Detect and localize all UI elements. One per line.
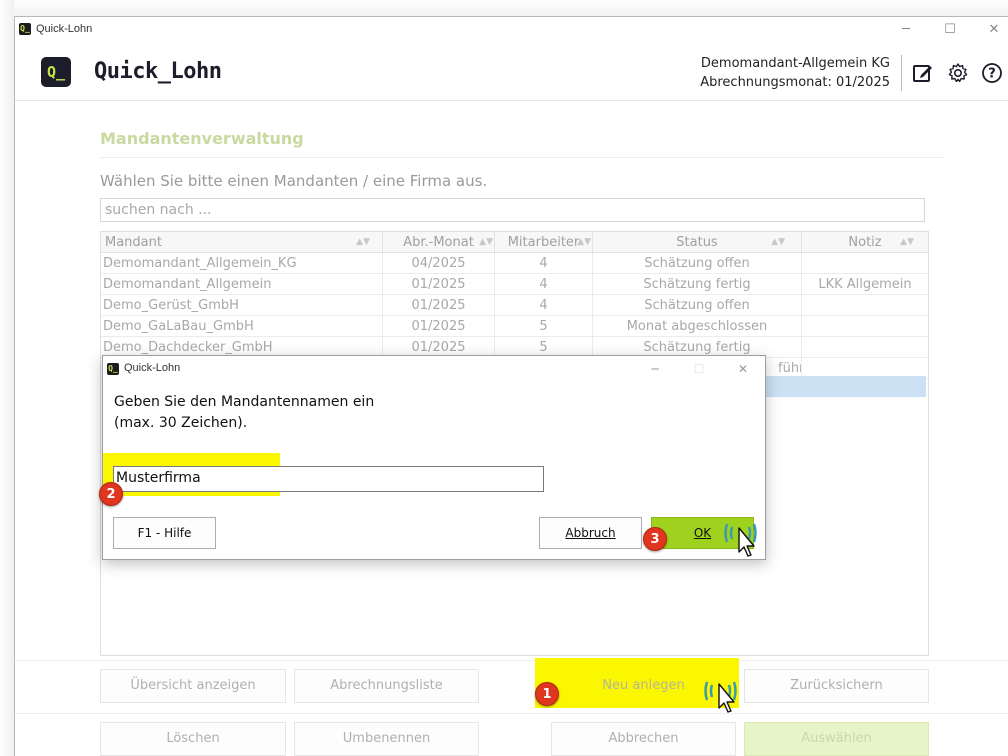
restore-button[interactable]: Zurücksichern [744, 669, 929, 703]
cell-status: Monat abgeschlossen [593, 316, 802, 337]
cell-note: LKK Allgemein [818, 277, 912, 292]
client-name-input[interactable]: Musterfirma [113, 466, 544, 492]
cell-month: 01/2025 [383, 316, 495, 337]
cell-mandant: Demo_GaLaBau_GmbH [101, 316, 383, 337]
instruction-text: Wählen Sie bitte einen Mandanten / eine … [100, 172, 488, 190]
cell-month: 01/2025 [383, 295, 495, 316]
cell-note [802, 253, 928, 274]
dialog-maximize-button: ☐ [693, 362, 705, 376]
prompt-line-2: (max. 30 Zeichen). [114, 415, 248, 431]
select-button[interactable]: Auswählen [744, 722, 929, 756]
column-header-note[interactable]: Notiz ▲▼ [802, 232, 928, 253]
cell-month: 01/2025 [383, 274, 495, 295]
ok-button-label: OK [693, 526, 712, 540]
cell-employees: 4 [495, 295, 593, 316]
cell-month: 04/2025 [383, 253, 495, 274]
client-name-value: Musterfirma [116, 470, 201, 486]
step-badge-3: 3 [643, 527, 667, 551]
prompt-line-1: Geben Sie den Mandantennamen ein [114, 394, 375, 410]
app-name: Quick_Lohn [94, 59, 222, 84]
dialog-close-button[interactable]: ✕ [732, 359, 754, 379]
step-badge-2: 2 [99, 482, 123, 506]
cell-mandant: Demomandant_Allgemein_KG [101, 253, 383, 274]
delete-button[interactable]: Löschen [100, 722, 286, 756]
close-button[interactable]: ✕ [983, 20, 1005, 40]
maximize-button[interactable]: ☐ [939, 20, 961, 40]
section-title: Mandantenverwaltung [100, 129, 304, 148]
header-divider [901, 55, 902, 91]
overview-button[interactable]: Übersicht anzeigen [100, 669, 286, 703]
step-badge-1: 1 [535, 682, 559, 706]
column-header-status[interactable]: Status ▲▼ [593, 232, 802, 253]
title-bar: Q_ Quick-Lohn ─ ☐ ✕ [15, 17, 1008, 43]
app-icon: Q_ [19, 23, 31, 35]
column-header-month[interactable]: Abr.-Monat ▲▼ [383, 232, 495, 253]
table-row[interactable]: Demo_Gerüst_GmbH 01/2025 4 Schätzung off… [101, 295, 928, 316]
abort-button[interactable]: Abbruch [539, 517, 642, 549]
logo-icon: Q_ [41, 57, 71, 87]
window-title: Quick-Lohn [36, 23, 93, 35]
section-divider [100, 157, 943, 158]
column-header-mandant[interactable]: Mandant ▲▼ [101, 232, 383, 253]
cell-employees: 4 [495, 274, 593, 295]
billing-month: Abrechnungsmonat: 01/2025 [700, 75, 890, 90]
cell-note [802, 316, 928, 337]
client-name: Demomandant-Allgemein KG [700, 56, 890, 71]
footer-divider [15, 713, 1008, 714]
click-cursor-icon [704, 674, 744, 720]
new-client-dialog: Q_ Quick-Lohn ─ ☐ ✕ Geben Sie den Mandan… [102, 355, 766, 560]
help-button[interactable]: F1 - Hilfe [113, 517, 216, 549]
table-row[interactable]: Demomandant_Allgemein 01/2025 4 Schätzun… [101, 274, 928, 295]
cell-mandant: Demo_Gerüst_GmbH [101, 295, 383, 316]
column-header-employees[interactable]: Mitarbeiter ▲▼ [495, 232, 593, 253]
table-row[interactable]: Demo_GaLaBau_GmbH 01/2025 5 Monat abgesc… [101, 316, 928, 337]
footer-divider [15, 660, 1008, 661]
cell-note [802, 337, 928, 358]
table-row[interactable]: Demomandant_Allgemein_KG 04/2025 4 Schät… [101, 253, 928, 274]
billing-list-button[interactable]: Abrechnungsliste [294, 669, 479, 703]
abort-button-label: Abbruch [565, 526, 616, 540]
cell-status: Schätzung fertig [593, 274, 802, 295]
cell-note [802, 295, 928, 316]
dialog-title: Quick-Lohn [124, 362, 181, 374]
desktop-backdrop-left [0, 0, 14, 756]
svg-text:?: ? [988, 67, 996, 82]
cell-employees: 4 [495, 253, 593, 274]
help-icon[interactable]: ? [981, 62, 1003, 84]
cell-status: Schätzung offen [593, 253, 802, 274]
minimize-button[interactable]: ─ [895, 20, 917, 40]
gear-icon[interactable] [947, 62, 969, 84]
dialog-minimize-button[interactable]: ─ [644, 359, 666, 379]
desktop-backdrop [0, 0, 1008, 16]
dialog-prompt: Geben Sie den Mandantennamen ein (max. 3… [114, 392, 374, 434]
cell-status: Schätzung offen [593, 295, 802, 316]
search-input[interactable]: suchen nach ... [100, 198, 925, 222]
rename-button[interactable]: Umbenennen [294, 722, 479, 756]
app-header: Q_ Quick_Lohn Demomandant-Allgemein KG A… [15, 43, 1008, 101]
cell-mandant: Demomandant_Allgemein [101, 274, 383, 295]
cell-employees: 5 [495, 316, 593, 337]
cancel-button[interactable]: Abbrechen [551, 722, 736, 756]
dialog-app-icon: Q_ [107, 363, 119, 375]
edit-icon[interactable] [912, 62, 934, 84]
click-cursor-icon [724, 516, 764, 566]
table-header: Mandant ▲▼ Abr.-Monat ▲▼ Mitarbeiter ▲▼ Sta… [101, 232, 928, 253]
